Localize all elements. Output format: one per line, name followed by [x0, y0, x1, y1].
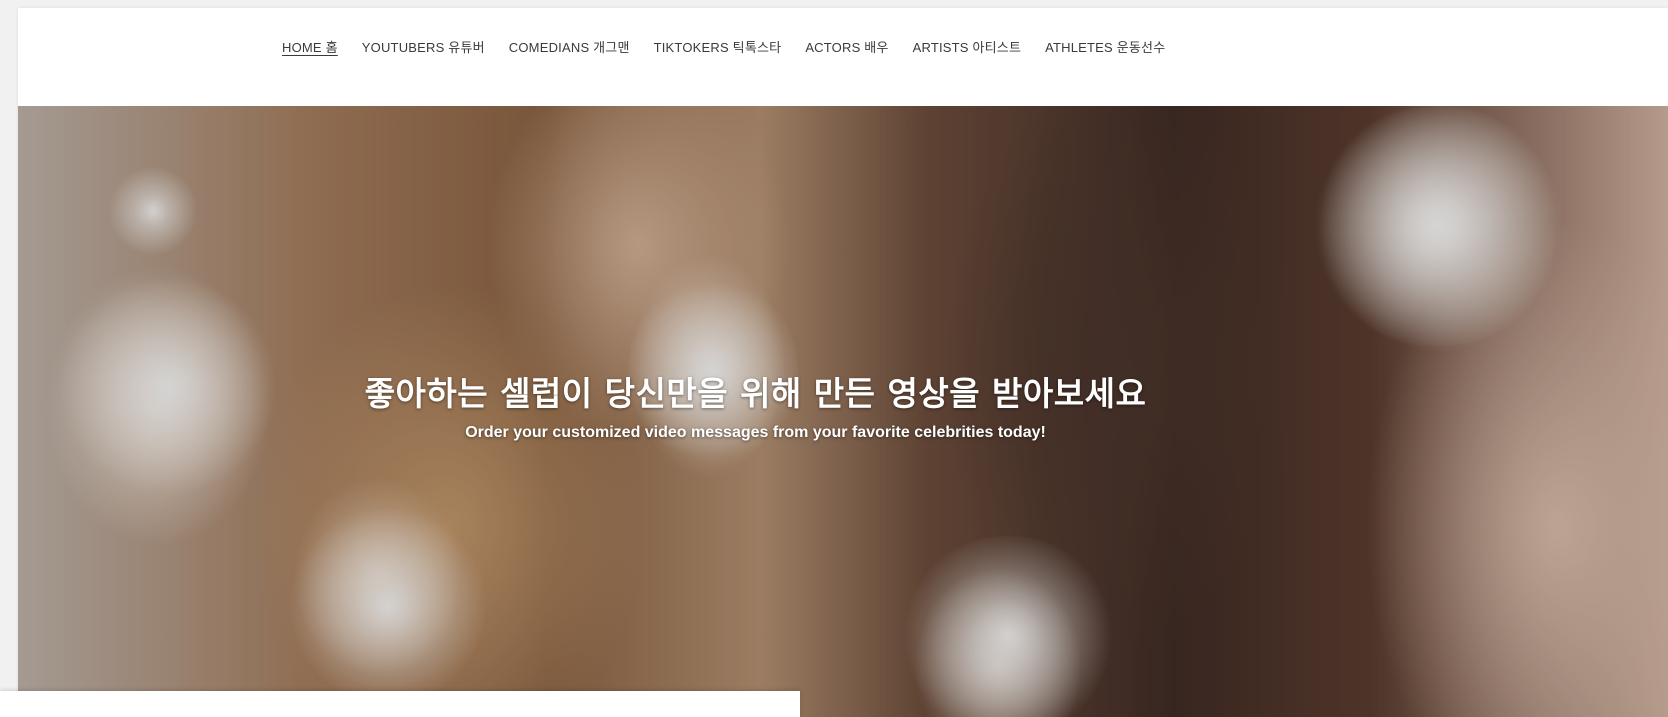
site-frame: HOME 홈 YOUTUBERS 유튜버 COMEDIANS 개그맨 TIKTO…	[18, 8, 1668, 717]
nav-item-athletes[interactable]: ATHLETES 운동선수	[1045, 39, 1165, 57]
nav-item-tiktokers[interactable]: TIKTOKERS 틱톡스타	[654, 39, 782, 57]
nav-item-home[interactable]: HOME 홈	[282, 39, 338, 57]
nav-item-comedians[interactable]: COMEDIANS 개그맨	[509, 39, 630, 57]
hero-subheading: Order your customized video messages fro…	[465, 424, 1046, 441]
hero-banner: 좋아하는 셀럽이 당신만을 위해 만든 영상을 받아보세요 Order your…	[18, 106, 1668, 717]
nav-item-youtubers[interactable]: YOUTUBERS 유튜버	[362, 39, 485, 57]
nav-menu: HOME 홈 YOUTUBERS 유튜버 COMEDIANS 개그맨 TIKTO…	[282, 39, 1165, 57]
nav-item-actors[interactable]: ACTORS 배우	[805, 39, 888, 57]
page: HOME 홈 YOUTUBERS 유튜버 COMEDIANS 개그맨 TIKTO…	[0, 0, 1668, 717]
top-navigation: HOME 홈 YOUTUBERS 유튜버 COMEDIANS 개그맨 TIKTO…	[18, 8, 1668, 106]
nav-item-artists[interactable]: ARTISTS 아티스트	[913, 39, 1022, 57]
hero-heading: 좋아하는 셀럽이 당신만을 위해 만든 영상을 받아보세요	[364, 374, 1147, 413]
bottom-overlay-panel	[0, 691, 800, 717]
